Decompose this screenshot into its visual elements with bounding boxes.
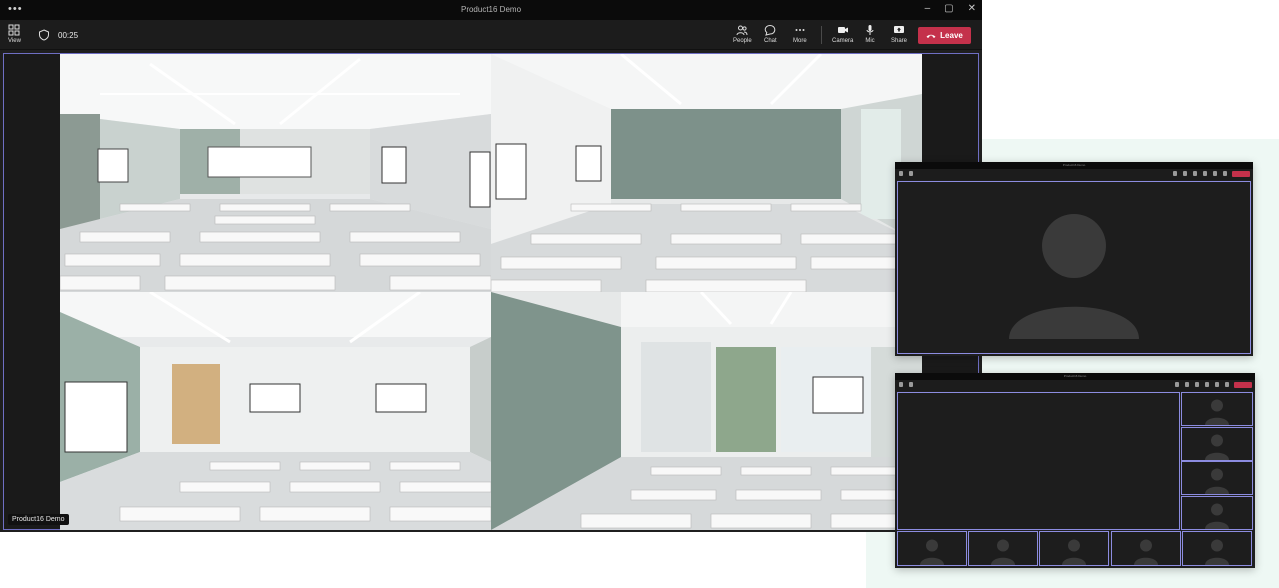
view-button[interactable]: View [8,24,21,44]
video-stage: Product16 Demo [3,53,979,530]
people-icon [736,25,748,36]
shield-icon [39,29,49,41]
mini-window-title: Product16 Demo [1063,374,1087,378]
mini-toolbar [895,169,1253,180]
meeting-window: ••• Product16 Demo – ▢ ✕ View 00:25 Peop… [0,0,982,532]
more-button[interactable]: More [793,24,807,44]
minimize-button[interactable]: – [925,3,931,14]
video-tile-classroom-rear[interactable] [60,292,491,530]
classroom-image [491,292,922,530]
video-tile-classroom-window[interactable] [491,292,922,530]
avatar-placeholder-icon [1009,214,1139,339]
gallery-participant-tile [897,531,967,566]
more-icon [795,29,805,31]
title-bar: ••• Product16 Demo – ▢ ✕ [0,0,982,20]
avatar-placeholder-icon [1205,503,1229,529]
chat-button[interactable]: Chat [764,24,777,44]
gallery-participant-tile [1181,392,1253,426]
mini-window-gallery-layout: Product16 Demo [895,373,1255,568]
share-button[interactable]: Share [891,24,907,44]
avatar-placeholder-icon [920,539,944,565]
mini-leave-button [1232,171,1250,177]
toolbar-divider [821,26,822,44]
share-label: Share [891,38,908,44]
avatar-placeholder-icon [1205,434,1229,460]
gallery-main-tile [897,392,1180,530]
view-label: View [8,38,21,44]
avatar-placeholder-icon [1133,539,1158,565]
speaker-video-tile [897,181,1251,354]
participant-name-tag: Product16 Demo [8,514,69,525]
gallery-participant-tile [1110,531,1181,566]
close-window-button[interactable]: ✕ [968,3,976,14]
video-grid [60,54,922,530]
leave-label: Leave [940,31,963,40]
share-screen-icon [894,26,904,33]
chat-icon [765,24,776,36]
mic-button[interactable]: Mic [864,24,876,44]
avatar-placeholder-icon [1062,539,1087,565]
avatar-placeholder-icon [1205,399,1229,425]
grid-view-icon [8,24,20,36]
classroom-image [60,54,491,292]
gallery-participant-tile [1039,531,1110,566]
window-controls: – ▢ ✕ [925,3,976,14]
window-title: Product16 Demo [460,5,522,14]
mini-window-speaker-layout: Product16 Demo [895,162,1253,356]
maximize-button[interactable]: ▢ [944,3,953,14]
camera-button[interactable]: Camera [832,24,853,44]
more-label: More [793,38,807,44]
mic-label: Mic [865,38,875,44]
classroom-image [60,292,491,530]
avatar-placeholder-icon [991,539,1016,565]
gallery-participant-tile [1181,531,1252,566]
chat-label: Chat [764,38,777,44]
avatar-placeholder-icon [1205,468,1229,494]
screenshot-stage: ••• Product16 Demo – ▢ ✕ View 00:25 Peop… [0,0,1279,588]
mini-leave-button [1234,382,1252,388]
gallery-participant-tile [968,531,1039,566]
leave-button[interactable]: Leave [918,27,971,44]
gallery-participant-tile [1181,495,1253,530]
meeting-toolbar: View 00:25 People Chat More Camera Mic S… [0,20,982,50]
camera-label: Camera [832,38,854,44]
video-tile-classroom-front[interactable] [60,54,491,292]
mini-window-title: Product16 Demo [1062,163,1086,167]
avatar-placeholder-icon [1204,539,1229,565]
mini-toolbar [895,380,1255,391]
people-label: People [733,38,752,44]
meeting-timer: 00:25 [58,31,79,40]
gallery-participant-tile [1181,461,1253,495]
mini-title-bar: Product16 Demo [895,162,1253,169]
camera-icon [837,27,848,33]
people-button[interactable]: People [733,24,752,44]
gallery-participant-tile [1181,426,1253,461]
microphone-icon [866,25,874,35]
mini-title-bar: Product16 Demo [895,373,1255,380]
video-tile-classroom-side[interactable] [491,54,922,292]
classroom-image [491,54,922,292]
hang-up-icon [926,34,936,38]
